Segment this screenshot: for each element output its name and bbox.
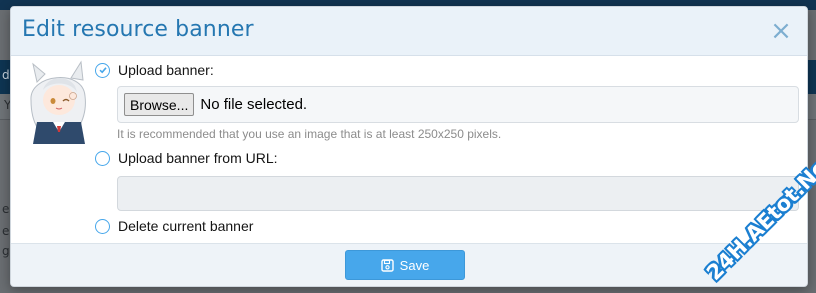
floppy-disk-icon	[380, 258, 394, 272]
close-icon[interactable]: ×	[769, 17, 793, 45]
option-label: Upload banner from URL:	[118, 150, 278, 166]
page-fragment: g	[2, 244, 10, 258]
browse-button[interactable]: Browse...	[124, 93, 195, 116]
option-delete-banner[interactable]: Delete current banner	[95, 218, 253, 234]
watermark-text: 24H.AEtot.Net	[702, 147, 816, 285]
page-fragment: d	[2, 68, 10, 82]
watermark-logo: 24H.AEtot.Net	[690, 147, 816, 290]
page-fragment: e	[2, 202, 10, 216]
option-upload-banner[interactable]: Upload banner:	[95, 62, 214, 78]
upload-hint: It is recommended that you use an image …	[117, 127, 502, 141]
radio-unchecked-icon[interactable]	[95, 218, 110, 234]
option-upload-from-url[interactable]: Upload banner from URL:	[95, 150, 278, 166]
radio-checked-icon[interactable]	[95, 62, 110, 78]
option-label: Upload banner:	[118, 62, 214, 78]
dialog-title: Edit resource banner	[22, 17, 254, 42]
file-upload-field[interactable]: Browse... No file selected.	[117, 86, 799, 123]
option-label: Delete current banner	[118, 218, 254, 234]
page-fragment: e	[2, 224, 10, 238]
file-status-text: No file selected.	[200, 96, 308, 113]
user-avatar	[30, 60, 86, 144]
radio-unchecked-icon[interactable]	[95, 150, 110, 166]
dialog-footer: Save	[11, 243, 807, 286]
dialog-header: Edit resource banner ×	[11, 7, 807, 56]
save-button[interactable]: Save	[345, 250, 465, 280]
edit-banner-dialog: Edit resource banner × Upload banner: Br…	[10, 6, 808, 287]
save-label: Save	[399, 257, 430, 273]
